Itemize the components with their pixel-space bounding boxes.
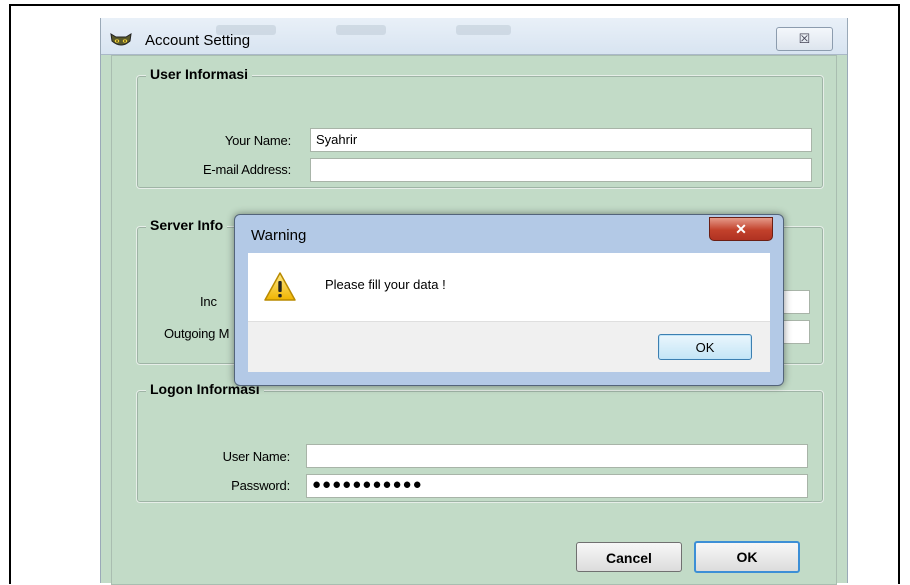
close-icon: ✕ [735,221,747,237]
warning-content: Please fill your data ! [248,253,770,321]
outgoing-server-input[interactable] [782,320,810,344]
cat-face-icon [110,33,132,46]
ghost-toolbar-item [336,25,386,35]
user-info-group-title: User Informasi [146,66,253,82]
warning-close-button[interactable]: ✕ [709,217,773,241]
ghost-toolbar-item [456,25,511,35]
warning-message: Please fill your data ! [325,277,446,292]
window-title: Account Setting [145,32,251,49]
user-name-input[interactable] [306,444,808,468]
incoming-server-label: Inc [200,294,217,309]
warning-footer: OK [248,321,770,372]
email-label: E-mail Address: [202,162,291,177]
warning-dialog: Warning ✕ Please fill your data ! OK [234,214,784,386]
password-input[interactable]: ●●●●●●●●●●● [306,474,808,498]
your-name-label: Your Name: [224,133,291,148]
close-icon: ☒ [798,31,811,46]
server-info-group-title: Server Info [146,217,228,233]
incoming-server-input[interactable] [782,290,810,314]
email-input[interactable] [310,158,812,182]
warning-triangle-icon [264,272,296,301]
outgoing-server-label: Outgoing M [164,326,230,341]
warning-dialog-title: Warning [251,227,307,244]
cancel-button[interactable]: Cancel [576,542,682,572]
warning-ok-button[interactable]: OK [658,334,752,360]
your-name-input[interactable]: Syahrir [310,128,812,152]
password-label: Password: [231,478,290,493]
user-name-label: User Name: [222,449,291,464]
window-titlebar[interactable]: Account Setting ☒ [101,18,847,55]
ok-button[interactable]: OK [694,541,800,573]
window-close-button[interactable]: ☒ [776,27,833,51]
